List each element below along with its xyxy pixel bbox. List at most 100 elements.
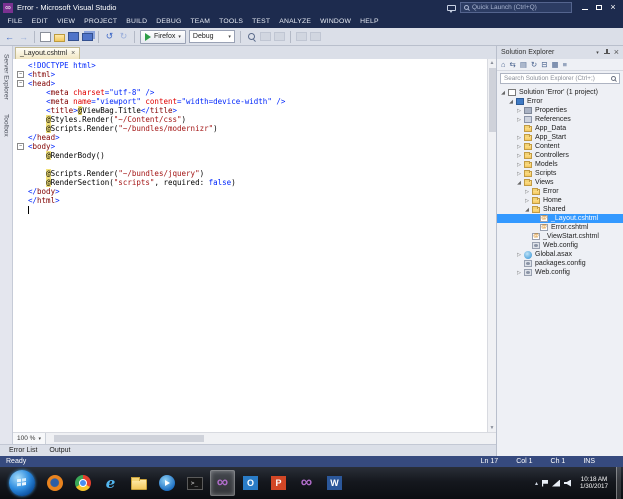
comment-out-icon[interactable] [259, 32, 271, 41]
code-editor[interactable]: <!DOCTYPE html><html><head> <meta charse… [13, 59, 487, 432]
media-player-icon[interactable] [154, 470, 179, 496]
new-file-icon[interactable] [40, 31, 51, 42]
chrome-icon[interactable] [70, 470, 95, 496]
start-button[interactable] [9, 470, 35, 496]
properties-icon[interactable]: ≡ [563, 60, 567, 70]
maximize-button[interactable] [592, 2, 606, 14]
switch-views-icon[interactable]: ⇆ [510, 60, 516, 70]
tree-item-error[interactable]: ▷ Error [497, 187, 623, 196]
tree-item-app-start[interactable]: ▷ App_Start [497, 133, 623, 142]
menu-item-window[interactable]: WINDOW [316, 18, 356, 25]
tree-item-web-config[interactable]: ▷ Web.config [497, 268, 623, 277]
volume-icon[interactable] [563, 479, 571, 487]
tree-item-controllers[interactable]: ▷ Controllers [497, 151, 623, 160]
expander-right-icon[interactable]: ▷ [515, 144, 523, 150]
uncomment-icon[interactable] [273, 32, 285, 41]
firefox-icon[interactable] [42, 470, 67, 496]
collapse-region-icon[interactable] [17, 71, 24, 78]
menu-item-view[interactable]: VIEW [52, 18, 79, 25]
file-explorer-icon[interactable] [126, 470, 151, 496]
expander-down-icon[interactable]: ◢ [499, 90, 507, 96]
visual-studio-2-icon[interactable] [294, 470, 319, 496]
tree-item-error-cshtml[interactable]: Error.cshtml [497, 223, 623, 232]
collapse-region-icon[interactable] [17, 80, 24, 87]
tab-server-explorer[interactable]: Server Explorer [3, 54, 10, 100]
outlook-icon[interactable] [238, 470, 263, 496]
collapse-all-icon[interactable]: ⊟ [541, 60, 547, 70]
document-tab-layout-cshtml[interactable]: _Layout.cshtml [15, 47, 81, 59]
command-prompt-icon[interactable] [182, 470, 207, 496]
scroll-up-icon[interactable]: ▲ [490, 59, 495, 67]
menu-item-test[interactable]: TEST [248, 18, 275, 25]
internet-explorer-icon[interactable] [98, 470, 123, 496]
quick-launch-search[interactable]: Quick Launch (Ctrl+Q) [460, 2, 572, 13]
expander-down-icon[interactable]: ◢ [507, 99, 515, 105]
expander-right-icon[interactable]: ▷ [515, 153, 523, 159]
tree-item-shared[interactable]: ◢ Shared [497, 205, 623, 214]
expander-right-icon[interactable]: ▷ [523, 198, 531, 204]
collapse-region-icon[interactable] [17, 143, 24, 150]
pending-changes-filter-icon[interactable]: ▤ [520, 60, 527, 70]
network-icon[interactable] [551, 479, 560, 487]
close-button[interactable] [606, 2, 620, 14]
tree-item-app-data[interactable]: App_Data [497, 124, 623, 133]
tree-item-views[interactable]: ◢ Views [497, 178, 623, 187]
start-debug-button[interactable]: Firefox [140, 29, 186, 44]
menu-item-edit[interactable]: EDIT [27, 18, 52, 25]
save-icon[interactable] [68, 32, 79, 41]
vertical-scrollbar[interactable]: ▲ ▼ [487, 59, 496, 432]
menu-item-debug[interactable]: DEBUG [152, 18, 186, 25]
toggle-bookmark-icon[interactable] [295, 32, 307, 41]
horizontal-scrollbar[interactable] [46, 433, 496, 444]
feedback-icon[interactable] [447, 4, 456, 13]
expander-down-icon[interactable]: ◢ [515, 180, 523, 186]
zoom-control[interactable]: 100 % [13, 433, 46, 444]
tab-output[interactable]: Output [43, 447, 76, 454]
scrollbar-thumb[interactable] [488, 68, 496, 132]
menu-item-file[interactable]: FILE [3, 18, 27, 25]
tree-item-web-config[interactable]: Web.config [497, 241, 623, 250]
menu-item-help[interactable]: HELP [356, 18, 384, 25]
visual-studio-icon[interactable] [210, 470, 235, 496]
expander-right-icon[interactable]: ▷ [515, 252, 523, 258]
hidden-icons-chevron[interactable]: ▴ [535, 480, 538, 487]
tree-item-error[interactable]: ◢ Error [497, 97, 623, 106]
expander-right-icon[interactable]: ▷ [515, 117, 523, 123]
undo-icon[interactable]: ↺ [104, 31, 115, 43]
tree-item-content[interactable]: ▷ Content [497, 142, 623, 151]
close-panel-icon[interactable] [614, 48, 619, 57]
tree-item-packages-config[interactable]: packages.config [497, 259, 623, 268]
expander-right-icon[interactable]: ▷ [515, 108, 523, 114]
menu-item-build[interactable]: BUILD [122, 18, 152, 25]
sync-with-active-document-icon[interactable]: ↻ [531, 60, 537, 70]
tree-item-layout-cshtml[interactable]: _Layout.cshtml [497, 214, 623, 223]
solution-configurations-dropdown[interactable]: Debug [188, 30, 235, 43]
tab-error-list[interactable]: Error List [3, 447, 43, 454]
redo-icon[interactable]: ↻ [118, 31, 129, 43]
tree-item-home[interactable]: ▷ Home [497, 196, 623, 205]
navigate-forward-icon[interactable]: → [18, 31, 29, 43]
tree-item-scripts[interactable]: ▷ Scripts [497, 169, 623, 178]
tab-toolbox[interactable]: Toolbox [3, 114, 10, 137]
tree-item-solution-error-1-project[interactable]: ◢ Solution 'Error' (1 project) [497, 88, 623, 97]
show-desktop-button[interactable] [616, 467, 621, 499]
expander-right-icon[interactable]: ▷ [515, 135, 523, 141]
action-center-icon[interactable] [541, 479, 548, 487]
scroll-down-icon[interactable]: ▼ [490, 424, 495, 432]
window-position-icon[interactable] [596, 50, 599, 56]
home-icon[interactable]: ⌂ [501, 60, 506, 70]
expander-down-icon[interactable]: ◢ [523, 207, 531, 213]
auto-hide-pin-icon[interactable] [603, 48, 610, 57]
tree-item-viewstart-cshtml[interactable]: _ViewStart.cshtml [497, 232, 623, 241]
solution-explorer-search[interactable]: Search Solution Explorer (Ctrl+;) [500, 73, 620, 84]
tree-item-models[interactable]: ▷ Models [497, 160, 623, 169]
menu-item-team[interactable]: TEAM [186, 18, 215, 25]
navigate-back-icon[interactable]: ← [4, 31, 15, 43]
expander-right-icon[interactable]: ▷ [515, 270, 523, 276]
tab-close-icon[interactable] [71, 50, 75, 57]
expander-right-icon[interactable]: ▷ [515, 162, 523, 168]
expander-right-icon[interactable]: ▷ [515, 171, 523, 177]
powerpoint-icon[interactable] [266, 470, 291, 496]
expander-right-icon[interactable]: ▷ [523, 189, 531, 195]
tree-item-global-asax[interactable]: ▷ Global.asax [497, 250, 623, 259]
